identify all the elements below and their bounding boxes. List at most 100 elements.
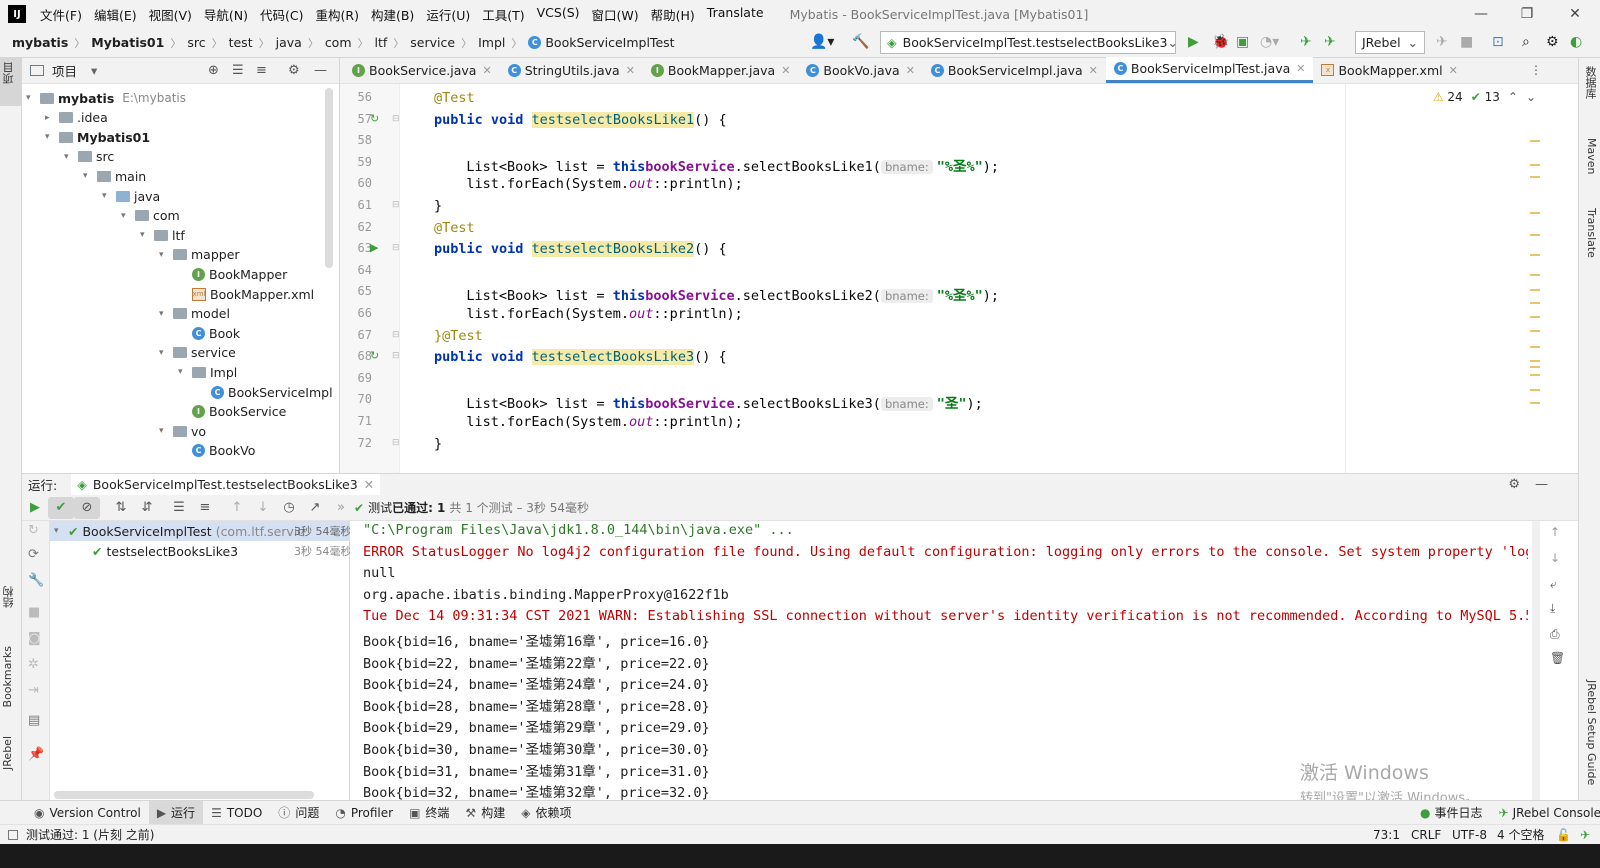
menu-item[interactable]: 构建(B) (365, 5, 420, 24)
tree-item[interactable]: C BookVo (178, 441, 255, 461)
warning-marker[interactable] (1530, 234, 1540, 236)
warning-marker[interactable] (1530, 346, 1540, 348)
breadcrumb-item[interactable]: C BookServiceImplTest (528, 35, 675, 50)
close-tab-icon[interactable]: ✕ (1089, 64, 1098, 77)
menu-item[interactable]: 运行(U) (420, 5, 476, 24)
show-passed-icon[interactable]: ✔ (48, 496, 74, 519)
warning-marker[interactable] (1530, 330, 1540, 332)
warning-marker[interactable] (1530, 389, 1540, 391)
test-method-row[interactable]: ✔ testselectBooksLike3 (92, 541, 238, 561)
search-icon[interactable]: ⌕ (1522, 34, 1530, 51)
warning-marker[interactable] (1530, 360, 1540, 362)
close-tab-icon[interactable]: ✕ (364, 477, 374, 492)
warning-marker[interactable] (1530, 316, 1540, 318)
warning-marker[interactable] (1530, 274, 1540, 276)
trash-icon[interactable]: 🗑 (1550, 651, 1565, 665)
close-tab-icon[interactable]: ✕ (482, 64, 491, 77)
scroll-to-end-icon[interactable]: ⤓ (1550, 601, 1555, 616)
pin-icon[interactable]: 📌 (28, 747, 44, 762)
breadcrumb-item[interactable]: java (276, 35, 302, 50)
gear-icon[interactable]: ⚙ (1508, 477, 1520, 492)
console-scrollbar[interactable] (1532, 521, 1540, 800)
line-separator[interactable]: CRLF (1411, 828, 1441, 842)
code-area[interactable]: @Test public void testselectBooksLike1() … (340, 84, 1578, 473)
tree-item[interactable]: I BookService (178, 402, 286, 422)
build-hammer-icon[interactable]: 🔨 (852, 34, 869, 51)
warning-marker[interactable] (1530, 176, 1540, 178)
coverage-icon[interactable]: ▣ (1236, 34, 1249, 51)
minimize-icon[interactable]: — (1458, 0, 1504, 28)
menu-item[interactable]: 导航(N) (198, 5, 254, 24)
show-ignored-icon[interactable]: ⊘ (74, 496, 100, 519)
camera-icon[interactable]: ◙ (28, 631, 41, 646)
tree-item[interactable]: ▾ vo (159, 421, 206, 441)
next-test-icon[interactable]: ↓ (250, 497, 276, 519)
stop-icon[interactable]: ■ (1460, 34, 1473, 51)
jrebel-status-icon[interactable]: ✈ (1580, 828, 1590, 842)
tree-item[interactable]: C BookServiceImpl (197, 382, 333, 402)
tree-item[interactable]: ▾ main (83, 166, 146, 186)
jrebel-guide-tool-button[interactable]: JRebel Setup Guide (1582, 680, 1598, 785)
tree-item[interactable]: ▾ Mybatis01 (45, 127, 150, 147)
run-icon[interactable]: ▶ (1188, 34, 1199, 51)
breadcrumb-item[interactable]: service (410, 35, 455, 50)
sort-duration-icon[interactable]: ⇵ (134, 497, 160, 519)
soft-wrap-icon[interactable]: ⤶ (1550, 577, 1557, 592)
test-class-row[interactable]: ▾ ✔ BookServiceImplTest (com.ltf.servic (54, 521, 304, 541)
editor-tab[interactable]: x BookMapper.xml ✕ (1313, 57, 1465, 83)
rerun-failed-icon[interactable]: ↻ (28, 523, 39, 538)
breadcrumb-item[interactable]: Impl (478, 35, 505, 50)
editor-tab[interactable]: C StringUtils.java ✕ (500, 57, 643, 83)
scroll-down-icon[interactable]: ↓ (1550, 551, 1560, 565)
plugin-icon[interactable]: ◐ (1570, 34, 1582, 51)
tree-item[interactable]: ▾ ltf (140, 225, 185, 245)
hide-icon[interactable]: — (314, 63, 327, 78)
editor-tab[interactable]: C BookServiceImpl.java ✕ (923, 57, 1106, 83)
history-icon[interactable]: ◷ (276, 497, 302, 519)
exit-icon[interactable]: ⇥ (28, 683, 39, 698)
debug-icon[interactable]: 🐞 (1212, 34, 1229, 51)
maximize-icon[interactable]: ❐ (1504, 0, 1550, 28)
update-icon[interactable]: ✈ (1436, 34, 1448, 51)
tree-item[interactable]: ▾ Impl (178, 362, 237, 382)
inspection-widget[interactable]: ⚠ 24 ✔ 13 ⌃ ⌄ (1433, 90, 1536, 104)
sort-alpha-icon[interactable]: ⇅ (108, 497, 134, 519)
gear-icon[interactable]: ⚙ (1546, 34, 1559, 51)
scroll-up-icon[interactable]: ↑ (1550, 525, 1560, 539)
editor-tab[interactable]: I BookService.java ✕ (344, 57, 500, 83)
layout-icon[interactable]: ▤ (28, 713, 40, 728)
todo-tool-button[interactable]: ☰ TODO (203, 801, 270, 825)
warning-marker[interactable] (1530, 402, 1540, 404)
warning-marker[interactable] (1530, 140, 1540, 142)
warning-marker[interactable] (1530, 289, 1540, 291)
tree-item[interactable]: xml BookMapper.xml (178, 284, 314, 304)
bookmarks-tool-button[interactable]: Bookmarks (1, 646, 21, 707)
prev-test-icon[interactable]: ↑ (224, 497, 250, 519)
warning-marker[interactable] (1530, 164, 1540, 166)
tree-item[interactable]: ▾ java (102, 186, 160, 206)
run-tool-button[interactable]: ▶ 运行 (148, 800, 204, 825)
profiler-icon[interactable]: ◔▾ (1260, 34, 1279, 51)
build-tool-button[interactable]: ⚒ 构建 (457, 801, 513, 825)
database-tool-button[interactable]: 数据库 (1582, 66, 1598, 99)
close-tab-icon[interactable]: ✕ (906, 64, 915, 77)
file-encoding[interactable]: UTF-8 (1452, 828, 1487, 842)
tree-item[interactable]: I BookMapper (178, 264, 287, 284)
tree-item[interactable]: C Book (178, 323, 240, 343)
error-stripe[interactable] (1530, 84, 1540, 473)
tree-item[interactable]: ▾ com (121, 206, 180, 226)
run-tab[interactable]: ◈ BookServiceImplTest.testselectBooksLik… (71, 473, 381, 496)
stop-icon[interactable]: ■ (28, 605, 40, 620)
menu-item[interactable]: 编辑(E) (88, 5, 143, 24)
menu-item[interactable]: Translate (701, 5, 770, 24)
menu-item[interactable]: 重构(R) (310, 5, 365, 24)
tree-item[interactable]: ▾ src (64, 147, 114, 167)
menu-item[interactable]: 视图(V) (143, 5, 198, 24)
editor-tab[interactable]: I BookMapper.java ✕ (643, 57, 799, 83)
expand-all-icon[interactable]: ☰ (232, 63, 244, 78)
jrebel-select[interactable]: JRebel ⌄ (1355, 31, 1425, 54)
breadcrumb-item[interactable]: com (325, 35, 352, 50)
editor-tab[interactable]: C BookServiceImplTest.java ✕ (1105, 57, 1314, 83)
profiler-tool-button[interactable]: ◔ Profiler (327, 801, 401, 825)
locate-icon[interactable]: ⊕ (208, 63, 219, 78)
